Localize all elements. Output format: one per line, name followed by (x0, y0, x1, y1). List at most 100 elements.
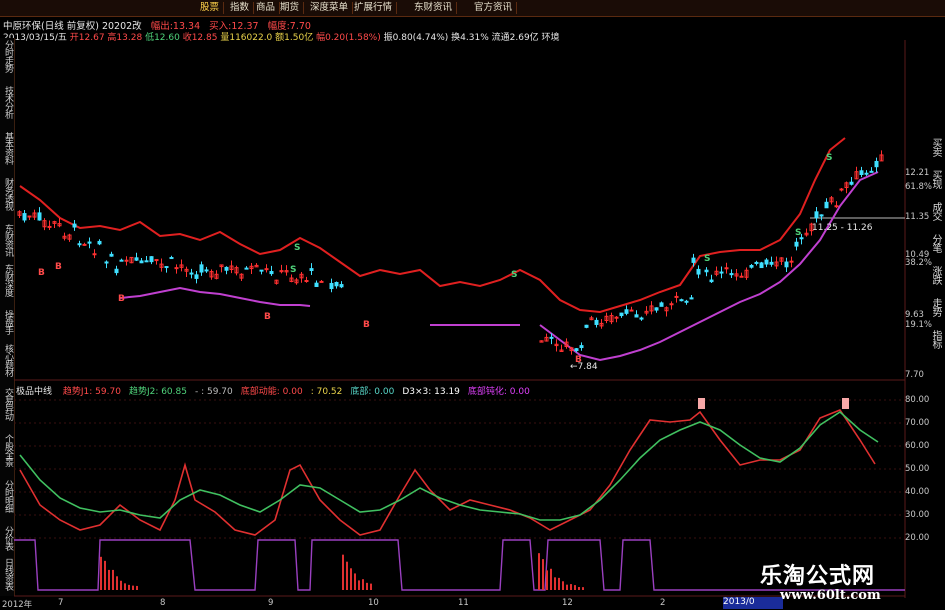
bottom-energy-bar (136, 585, 138, 590)
candle-body (204, 269, 209, 272)
candle-body (77, 243, 82, 246)
lower-band-line (119, 286, 311, 307)
buy-marker: B (118, 294, 125, 304)
buy-marker: B (264, 312, 271, 322)
bottom-energy-bar (342, 554, 344, 590)
price-tick: 9.63 (905, 310, 924, 320)
watermark-title: 乐淘公式网 (760, 564, 876, 589)
buy-marker: B (55, 262, 62, 272)
candle-body (319, 280, 324, 283)
candle-body (684, 300, 689, 303)
candle-body (169, 257, 174, 260)
candle-body (574, 348, 579, 352)
candle-body (22, 213, 27, 221)
bottom-energy-bar (358, 580, 360, 590)
candle-body (579, 345, 584, 349)
candle-body (869, 170, 874, 173)
signal-marker (842, 398, 849, 409)
bottom-energy-bar (120, 580, 122, 590)
candle-body (269, 271, 274, 275)
bottom-energy-bar (350, 568, 352, 590)
bottom-energy-bar (550, 568, 552, 590)
candle-body (834, 205, 839, 208)
candle-body (189, 272, 194, 275)
bottom-energy-bar (546, 570, 548, 590)
date-tick: 12 (562, 598, 573, 608)
bottom-energy-bar (108, 569, 110, 590)
candle-body (334, 282, 339, 287)
candle-body (689, 297, 694, 300)
candle-body (784, 261, 789, 268)
indicator-name[interactable]: 极品中线 (16, 387, 52, 397)
candle-body (814, 211, 819, 219)
date-tick: 10 (368, 598, 379, 608)
bottom-energy-bar (354, 573, 356, 590)
candle-body (314, 282, 319, 287)
candle-body (199, 264, 204, 273)
lower-band-line (539, 171, 879, 362)
candle-body (691, 257, 696, 263)
candle-body (92, 253, 97, 256)
price-tick: 19.1% (905, 320, 933, 330)
candle-body (119, 259, 124, 262)
buy-marker: B (575, 355, 582, 365)
indicator-value: D3×3: 13.19 (402, 387, 460, 397)
candle-body (87, 241, 92, 244)
upper-band-line (19, 137, 846, 314)
bottom-energy-bar (366, 582, 368, 590)
bottom-energy-bar (132, 585, 134, 590)
candle-body (124, 259, 129, 262)
candle-body (769, 261, 774, 265)
bottom-energy-bar (346, 561, 348, 590)
candle-body (224, 266, 229, 271)
bottom-energy-bar (112, 569, 114, 590)
candle-body (619, 312, 624, 317)
bottom-energy-bar (104, 560, 106, 590)
sell-marker: S (704, 254, 711, 264)
candle-body (679, 299, 684, 302)
bottom-energy-bar (542, 559, 544, 590)
candle-body (27, 215, 32, 218)
date-tick: 2 (660, 598, 666, 608)
candle-body (659, 302, 664, 307)
candle-body (704, 269, 709, 273)
candle-body (819, 214, 824, 217)
indicator-value: - : 59.70 (194, 387, 233, 397)
candle-body (614, 316, 619, 319)
sell-marker: S (511, 270, 518, 280)
trend-j2-line (19, 410, 879, 521)
bottom-energy-bar (554, 577, 556, 590)
bottom-energy-bar (370, 583, 372, 590)
sell-marker: S (294, 243, 301, 253)
date-tick: 8 (160, 598, 166, 608)
sell-marker: S (795, 228, 802, 238)
price-tick: 38.2% (905, 258, 933, 268)
indicator-value: 底部动能: 0.00 (240, 387, 303, 397)
sell-marker: S (826, 153, 833, 163)
candle-body (144, 260, 149, 263)
indicator-value: 底部钝化: 0.00 (467, 387, 530, 397)
candle-body (754, 261, 759, 264)
ind-tick: 70.00 (905, 418, 930, 428)
sell-marker: S (290, 265, 297, 275)
bottom-energy-bar (116, 576, 118, 590)
candle-body (719, 271, 724, 274)
indicator-header: 极品中线 趋势J1: 59.70 趋势J2: 60.85 - : 59.70 底部动能… (16, 384, 530, 397)
bottom-energy-bar (578, 586, 580, 590)
buy-marker: B (363, 320, 370, 330)
candle-body (259, 269, 264, 272)
ind-tick: 20.00 (905, 533, 930, 543)
candle-body (134, 257, 139, 261)
candle-body (139, 260, 144, 264)
candle-body (729, 273, 734, 276)
candle-body (37, 212, 42, 221)
candle-body (149, 256, 154, 263)
kline-chart[interactable] (0, 0, 945, 609)
indicator-value: : 70.52 (310, 387, 343, 397)
candle-body (584, 324, 589, 328)
watermark-url: www.60lt.com (780, 588, 881, 603)
candle-body (864, 172, 869, 175)
candle-body (759, 262, 764, 269)
candle-body (244, 267, 249, 270)
ind-tick: 30.00 (905, 510, 930, 520)
